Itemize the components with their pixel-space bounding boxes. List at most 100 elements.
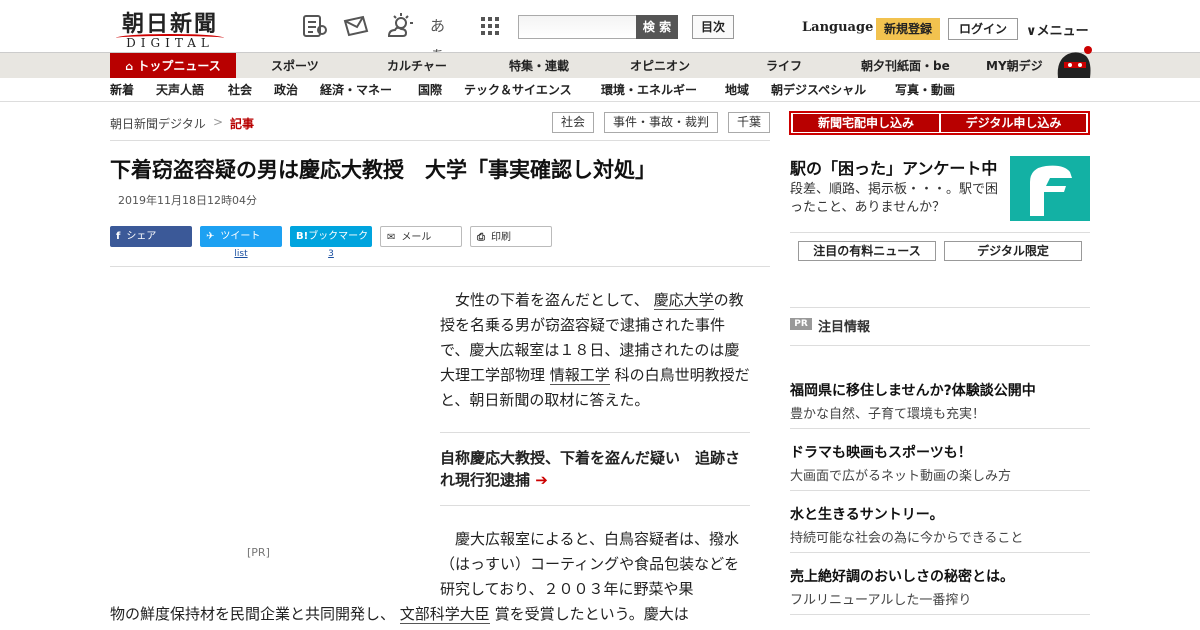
digital-signup-button[interactable]: デジタル申し込み [941, 114, 1086, 132]
login-button[interactable]: ログイン [948, 18, 1018, 40]
divider [790, 614, 1090, 615]
share-label: ブックマーク [308, 231, 369, 242]
mascot-icon[interactable] [1054, 44, 1094, 80]
print-button[interactable]: ⎙ 印刷 [470, 226, 552, 247]
digital-only-button[interactable]: デジタル限定 [944, 241, 1082, 261]
breadcrumb-current: 記事 [230, 117, 255, 131]
nav-my[interactable]: MY朝デジ [986, 53, 1043, 79]
divider [110, 140, 770, 141]
mail-icon[interactable] [342, 12, 370, 40]
sub-nav: 新着 天声人語 社会 政治 経済・マネー 国際 テック＆サイエンス 環境・エネル… [0, 78, 1200, 102]
subnav-politics[interactable]: 政治 [274, 78, 298, 102]
ad-sub-1[interactable]: 豊かな自然、子育て環境も充実！ [790, 403, 985, 422]
hatena-icon: B! [296, 231, 309, 242]
signup-button[interactable]: 新規登録 [876, 18, 940, 40]
subnav-tenseijingo[interactable]: 天声人語 [156, 78, 204, 102]
nav-paper[interactable]: 朝夕刊紙面・be [861, 53, 950, 79]
language-link[interactable]: Language [802, 20, 873, 35]
font-size-icon[interactable]: あぁ [430, 12, 458, 63]
subnav-economy[interactable]: 経済・マネー [320, 78, 392, 102]
survey-image[interactable] [1010, 156, 1090, 221]
nav-top-news[interactable]: ⌂ トップニュース [110, 53, 236, 79]
subnav-special[interactable]: 朝デジスペシャル [771, 78, 866, 102]
news-list-icon[interactable] [300, 12, 328, 40]
divider [440, 432, 750, 433]
hatena-bookmark-button[interactable]: B!ブックマーク [290, 226, 372, 247]
subnav-tech[interactable]: テック＆サイエンス [464, 78, 572, 102]
ad-title-1[interactable]: 福岡県に移住しませんか?体験談公開中 [790, 380, 1036, 400]
tag-society[interactable]: 社会 [552, 112, 594, 133]
facebook-icon: f [116, 231, 121, 242]
ad-sub-2[interactable]: 大画面で広がるネット動画の楽しみ方 [790, 465, 1011, 484]
site-header: 朝日新聞 DIGITAL あぁ 検 索 目次 Language 新規登録 ログイ… [0, 0, 1200, 63]
envelope-icon: ✉ [387, 232, 396, 243]
subnav-society[interactable]: 社会 [228, 78, 252, 102]
nav-opinion[interactable]: オピニオン [630, 53, 690, 79]
tweet-button[interactable]: ✈ ツイート [200, 226, 282, 247]
nav-features[interactable]: 特集・連載 [509, 53, 569, 79]
home-delivery-button[interactable]: 新聞宅配申し込み [793, 114, 939, 132]
breadcrumb-home[interactable]: 朝日新聞デジタル [110, 115, 206, 132]
search-input[interactable] [518, 15, 638, 39]
text-run: 物の鮮度保持材を民間企業と共同開発し、 [110, 605, 396, 623]
grid-menu-icon[interactable] [476, 12, 504, 40]
article-date: 2019年11月18日12時04分 [118, 194, 257, 207]
paid-news-button[interactable]: 注目の有料ニュース [798, 241, 936, 261]
divider [110, 266, 770, 267]
ad-sub-3[interactable]: 持続可能な社会の為に今からできること [790, 527, 1023, 546]
pr-heading: 注目情報 [818, 320, 871, 335]
tag-incidents[interactable]: 事件・事故・裁判 [604, 112, 718, 133]
tweet-count[interactable]: list [200, 249, 282, 259]
toc-button[interactable]: 目次 [692, 15, 734, 39]
share-label: シェア [126, 231, 157, 242]
text-run: 賞を受賞したという。慶大は [494, 605, 689, 623]
ad-title-3[interactable]: 水と生きるサントリー。 [790, 504, 944, 524]
ad-title-4[interactable]: 売上絶好調のおいしさの秘密とは。 [790, 566, 1014, 586]
divider [440, 505, 750, 506]
text-run: 女性の下着を盗んだとして、 [455, 291, 649, 309]
related-article-link[interactable]: 自称慶応大教授、下着を盗んだ疑い 追跡され現行犯逮捕 ➔ [440, 447, 750, 491]
mail-share-button[interactable]: ✉ メール [380, 226, 462, 247]
article-paragraph-2: 慶大広報室によると、白鳥容疑者は、撥水（はっすい）コーティングや食品包装などを研… [440, 530, 740, 598]
share-label: 印刷 [491, 232, 511, 243]
facebook-share-button[interactable]: f シェア [110, 226, 192, 247]
arrow-right-icon: ➔ [535, 471, 548, 489]
survey-description: 段差、順路、掲示板・・・。駅で困ったこと、ありませんか？ [790, 182, 999, 215]
related-title: 自称慶応大教授、下着を盗んだ疑い 追跡され現行犯逮捕 [440, 449, 741, 489]
ad-title-2[interactable]: ドラマも映画もスポーツも！ [790, 442, 972, 462]
menu-button[interactable]: ∨メニュー [1026, 20, 1089, 39]
nav-label: トップニュース [137, 59, 221, 73]
divider [790, 232, 1090, 233]
subnav-region[interactable]: 地域 [725, 78, 749, 102]
chevron-down-icon: ∨ [1026, 24, 1037, 39]
twitter-icon: ✈ [206, 231, 215, 242]
subnav-photo[interactable]: 写真・動画 [895, 78, 955, 102]
keyword-link[interactable]: 文部科学大臣 [399, 605, 490, 624]
ad-sub-4[interactable]: フルリニューアルした一番搾り [790, 589, 971, 608]
nav-sports[interactable]: スポーツ [271, 53, 319, 79]
logo-digital: DIGITAL [126, 36, 214, 50]
printer-icon: ⎙ [477, 232, 485, 243]
divider [790, 552, 1090, 553]
menu-label: メニュー [1036, 24, 1089, 39]
divider [790, 490, 1090, 491]
subnav-new[interactable]: 新着 [110, 78, 134, 102]
share-label: ツイート [220, 231, 261, 242]
share-label: メール [401, 232, 432, 243]
subnav-environment[interactable]: 環境・エネルギー [601, 78, 697, 102]
search-button[interactable]: 検 索 [636, 15, 678, 39]
keyword-link[interactable]: 慶応大学 [653, 291, 714, 310]
nav-culture[interactable]: カルチャー [387, 53, 447, 79]
bookmark-count[interactable]: 3 [290, 249, 372, 259]
weather-icon[interactable] [386, 12, 414, 40]
breadcrumb-separator: > [213, 115, 224, 129]
nav-life[interactable]: ライフ [766, 53, 802, 79]
keyword-link[interactable]: 情報工学 [549, 366, 610, 385]
home-icon: ⌂ [125, 60, 134, 73]
subnav-international[interactable]: 国際 [418, 78, 442, 102]
survey-title[interactable]: 駅の「困った」アンケート中 [790, 155, 997, 179]
pr-badge: PR [790, 318, 812, 330]
tag-chiba[interactable]: 千葉 [728, 112, 770, 133]
divider [790, 428, 1090, 429]
site-logo[interactable]: 朝日新聞 DIGITAL [110, 6, 230, 50]
